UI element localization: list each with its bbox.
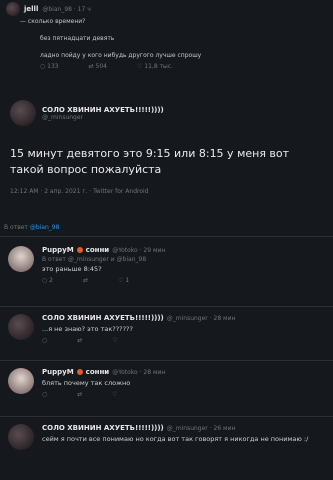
avatar[interactable] <box>8 368 34 394</box>
avatar[interactable] <box>6 2 20 16</box>
tweet-text: сейм я почти все понимаю но когда вот та… <box>42 435 309 443</box>
tweet-line: — сколько времени? <box>20 18 86 25</box>
retweet-action[interactable]: ⇄ 504 <box>89 63 107 70</box>
reply-context: В ответ @bian_98 <box>4 224 60 231</box>
focused-tweet: СОЛО ХВИНИН АХУЕТЬ!!!!!)))) @_minsunger … <box>10 100 326 195</box>
flame-icon <box>76 247 83 253</box>
avatar[interactable] <box>8 424 34 450</box>
author-name[interactable]: СОЛО ХВИНИН АХУЕТЬ!!!!!)))) <box>42 314 164 322</box>
mention-link[interactable]: @bian_98 <box>30 224 60 231</box>
author-handle[interactable]: @bian_98 · 17 ч <box>42 6 90 13</box>
avatar[interactable] <box>8 246 34 272</box>
author-badge: сонни <box>85 246 110 254</box>
retweet-action[interactable]: ⇄ <box>83 277 88 284</box>
thread-view: jelll @bian_98 · 17 ч — сколько времени?… <box>0 0 333 480</box>
author-name[interactable]: СОЛО ХВИНИН АХУЕТЬ!!!!!)))) <box>42 424 164 432</box>
heart-icon[interactable]: ♡ <box>112 391 117 398</box>
tweet-text: блять почему так сложно <box>42 379 131 387</box>
parent-tweet[interactable]: jelll @bian_98 · 17 ч — сколько времени?… <box>6 2 330 70</box>
heart-icon[interactable]: ♡ <box>112 337 117 344</box>
retweet-icon: ⇄ <box>88 63 96 70</box>
flame-icon <box>76 369 83 375</box>
reply-action[interactable]: ○ 133 <box>40 63 59 70</box>
author-name[interactable]: СОЛО ХВИНИН АХУЕТЬ!!!!!)))) <box>42 106 164 114</box>
tweet-text: 15 минут девятого это 9:15 или 8:15 у ме… <box>10 147 290 176</box>
author-name[interactable]: PuppyM <box>42 368 74 376</box>
retweet-icon[interactable]: ⇄ <box>77 337 82 344</box>
tweet-line: ладно пойду у кого нибудь другого лучше … <box>40 52 202 59</box>
reply-icon[interactable]: ○ <box>42 337 47 344</box>
retweet-icon[interactable]: ⇄ <box>77 391 82 398</box>
author-name[interactable]: jelll <box>24 5 38 13</box>
author-handle[interactable]: @_minsunger <box>42 114 164 121</box>
reply-action[interactable]: ○ 2 <box>42 277 53 284</box>
author-badge: сонни <box>85 368 110 376</box>
author-handle[interactable]: @Yotoko · 28 мин <box>112 369 165 376</box>
reply-tweet[interactable]: PuppyM сонни @Yotoko · 29 мин В ответ @_… <box>8 246 326 284</box>
reply-icon[interactable]: ○ <box>42 391 47 398</box>
like-action[interactable]: ♡ 1 <box>118 277 129 284</box>
tweet-text: это раньше 8:45? <box>42 265 102 273</box>
tweet-line: без пятнадцати девять <box>40 35 115 42</box>
tweet-text: ...я не знаю? это так?????? <box>42 325 133 333</box>
author-handle[interactable]: @_minsunger · 28 мин <box>167 315 236 322</box>
reply-tweet[interactable]: СОЛО ХВИНИН АХУЕТЬ!!!!!)))) @_minsunger … <box>8 424 326 450</box>
reply-tweet[interactable]: PuppyM сонни @Yotoko · 28 мин блять поче… <box>8 368 326 398</box>
tweet-meta: 12:12 AM · 2 апр. 2021 г. · Twitter for … <box>10 188 149 195</box>
avatar[interactable] <box>8 314 34 340</box>
retweet-icon: ⇄ <box>82 277 89 284</box>
author-handle[interactable]: @_minsunger · 26 мин <box>167 425 236 432</box>
like-action[interactable]: ♡ 11,8 тыс. <box>137 63 173 70</box>
avatar[interactable] <box>10 100 36 126</box>
reply-tweet[interactable]: СОЛО ХВИНИН АХУЕТЬ!!!!!)))) @_minsunger … <box>8 314 326 344</box>
reply-line: В ответ @_minsunger и @bian_98 <box>42 256 147 263</box>
author-name[interactable]: PuppyM <box>42 246 74 254</box>
author-handle[interactable]: @Yotoko · 29 мин <box>112 247 165 254</box>
